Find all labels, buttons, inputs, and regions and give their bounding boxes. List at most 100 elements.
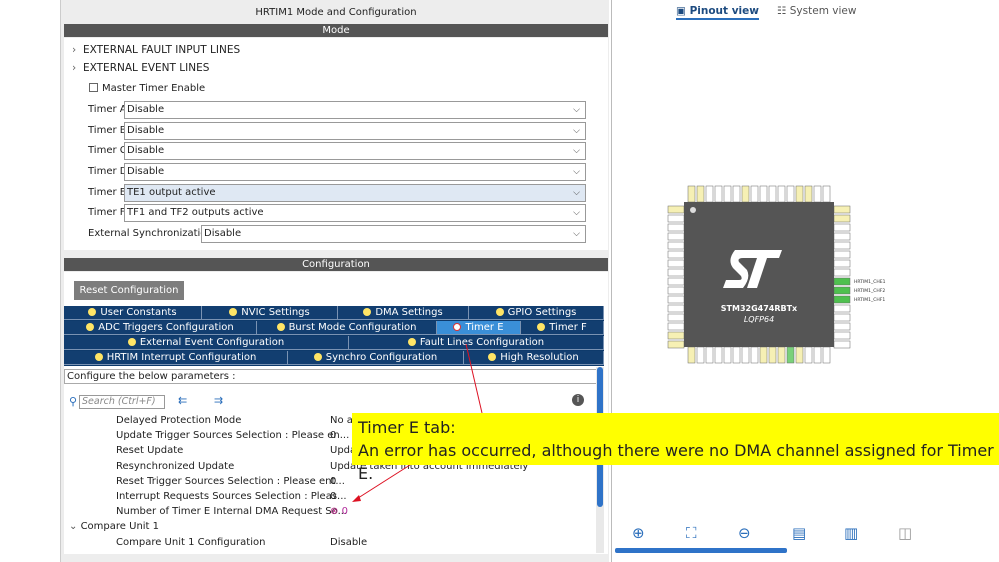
pin[interactable] (833, 250, 851, 259)
tab-nvic[interactable]: NVIC Settings (202, 306, 338, 320)
arrow-left-icon[interactable]: ⇇ (178, 394, 187, 407)
pin[interactable] (687, 185, 696, 203)
pin[interactable] (741, 346, 750, 364)
pin[interactable] (833, 277, 851, 286)
pin[interactable] (723, 346, 732, 364)
pin[interactable] (750, 346, 759, 364)
pin[interactable] (833, 241, 851, 250)
pin[interactable] (723, 185, 732, 203)
param-value-error[interactable]: ⊗ 0 (330, 506, 348, 517)
pin[interactable] (833, 259, 851, 268)
pin[interactable] (795, 185, 804, 203)
pin[interactable] (667, 313, 685, 322)
pin[interactable] (822, 185, 831, 203)
pin[interactable] (822, 346, 831, 364)
pin[interactable] (667, 232, 685, 241)
fit-screen-icon[interactable]: ⛶ (686, 524, 697, 542)
pin[interactable] (777, 346, 786, 364)
pin[interactable] (813, 185, 822, 203)
tab-timer-e[interactable]: Timer E (437, 321, 521, 335)
pin[interactable] (667, 286, 685, 295)
pin[interactable] (667, 214, 685, 223)
split-icon[interactable]: ◫ (898, 524, 912, 542)
pin[interactable] (667, 322, 685, 331)
timer-b-select[interactable]: Disable ⌵ (124, 122, 586, 140)
pin[interactable] (833, 295, 851, 304)
zoom-in-icon[interactable]: ⊕ (632, 524, 645, 542)
tab-timer-f[interactable]: Timer F (521, 321, 604, 335)
tab-fault-lines[interactable]: Fault Lines Configuration (349, 336, 604, 350)
pin[interactable] (759, 346, 768, 364)
pin[interactable] (777, 185, 786, 203)
tab-hrtim-interrupt[interactable]: HRTIM Interrupt Configuration (64, 351, 288, 365)
tab-burst-mode[interactable]: Burst Mode Configuration (257, 321, 437, 335)
pin[interactable] (833, 331, 851, 340)
pin[interactable] (833, 286, 851, 295)
tab-user-constants[interactable]: User Constants (64, 306, 202, 320)
timer-d-select[interactable]: Disable ⌵ (124, 163, 586, 181)
param-value[interactable]: 0 (330, 491, 336, 502)
pin[interactable] (705, 346, 714, 364)
pin[interactable] (667, 241, 685, 250)
tab-high-resolution[interactable]: High Resolution (464, 351, 604, 365)
param-value[interactable]: Disable (330, 537, 367, 548)
pin[interactable] (833, 322, 851, 331)
pin[interactable] (768, 346, 777, 364)
tree-ext-event[interactable]: › EXTERNAL EVENT LINES (72, 62, 209, 74)
pin[interactable] (667, 304, 685, 313)
pin[interactable] (768, 185, 777, 203)
pin[interactable] (741, 185, 750, 203)
export-icon[interactable]: ▤ (792, 524, 806, 542)
tab-adc-triggers[interactable]: ADC Triggers Configuration (64, 321, 257, 335)
pin[interactable] (714, 185, 723, 203)
pin[interactable] (667, 205, 685, 214)
pin[interactable] (696, 185, 705, 203)
pin[interactable] (714, 346, 723, 364)
pin[interactable] (833, 232, 851, 241)
pin[interactable] (786, 185, 795, 203)
timer-a-select[interactable]: Disable ⌵ (124, 101, 586, 119)
pin[interactable] (667, 250, 685, 259)
compare-unit-tree[interactable]: ⌄ Compare Unit 1 (69, 521, 159, 532)
horizontal-scroll-thumb[interactable] (615, 548, 787, 553)
pin[interactable] (705, 185, 714, 203)
tab-pinout-view[interactable]: ▣ Pinout view (676, 5, 759, 20)
zoom-out-icon[interactable]: ⊖ (738, 524, 751, 542)
master-timer-checkbox[interactable]: Master Timer Enable (89, 83, 205, 94)
pin[interactable] (833, 313, 851, 322)
tab-dma[interactable]: DMA Settings (338, 306, 469, 320)
pin[interactable] (833, 205, 851, 214)
pin[interactable] (786, 346, 795, 364)
reset-configuration-button[interactable]: Reset Configuration (74, 281, 184, 300)
pin[interactable] (833, 340, 851, 349)
timer-e-select[interactable]: TE1 output active ⌵ (124, 184, 586, 202)
pin[interactable] (813, 346, 822, 364)
pin[interactable] (696, 346, 705, 364)
pin[interactable] (833, 214, 851, 223)
pin[interactable] (667, 277, 685, 286)
pin[interactable] (833, 223, 851, 232)
pin[interactable] (833, 304, 851, 313)
tree-ext-fault[interactable]: › EXTERNAL FAULT INPUT LINES (72, 44, 240, 56)
rotate-icon[interactable]: ▥ (844, 524, 858, 542)
param-value[interactable]: 0 (330, 476, 336, 487)
pin[interactable] (795, 346, 804, 364)
pin[interactable] (667, 295, 685, 304)
timer-c-select[interactable]: Disable ⌵ (124, 142, 586, 160)
param-value[interactable]: 0 (330, 430, 336, 441)
arrow-right-icon[interactable]: ⇉ (214, 394, 223, 407)
pin[interactable] (667, 331, 685, 340)
param-value[interactable]: No a (330, 415, 353, 426)
pin[interactable] (732, 346, 741, 364)
pin[interactable] (750, 185, 759, 203)
timer-f-select[interactable]: TF1 and TF2 outputs active ⌵ (124, 204, 586, 222)
pin[interactable] (732, 185, 741, 203)
pin[interactable] (667, 268, 685, 277)
pin[interactable] (833, 268, 851, 277)
pin[interactable] (804, 346, 813, 364)
search-input[interactable]: Search (Ctrl+F) (79, 395, 165, 409)
pin[interactable] (687, 346, 696, 364)
tab-gpio[interactable]: GPIO Settings (469, 306, 604, 320)
pin[interactable] (804, 185, 813, 203)
tab-external-event[interactable]: External Event Configuration (64, 336, 349, 350)
